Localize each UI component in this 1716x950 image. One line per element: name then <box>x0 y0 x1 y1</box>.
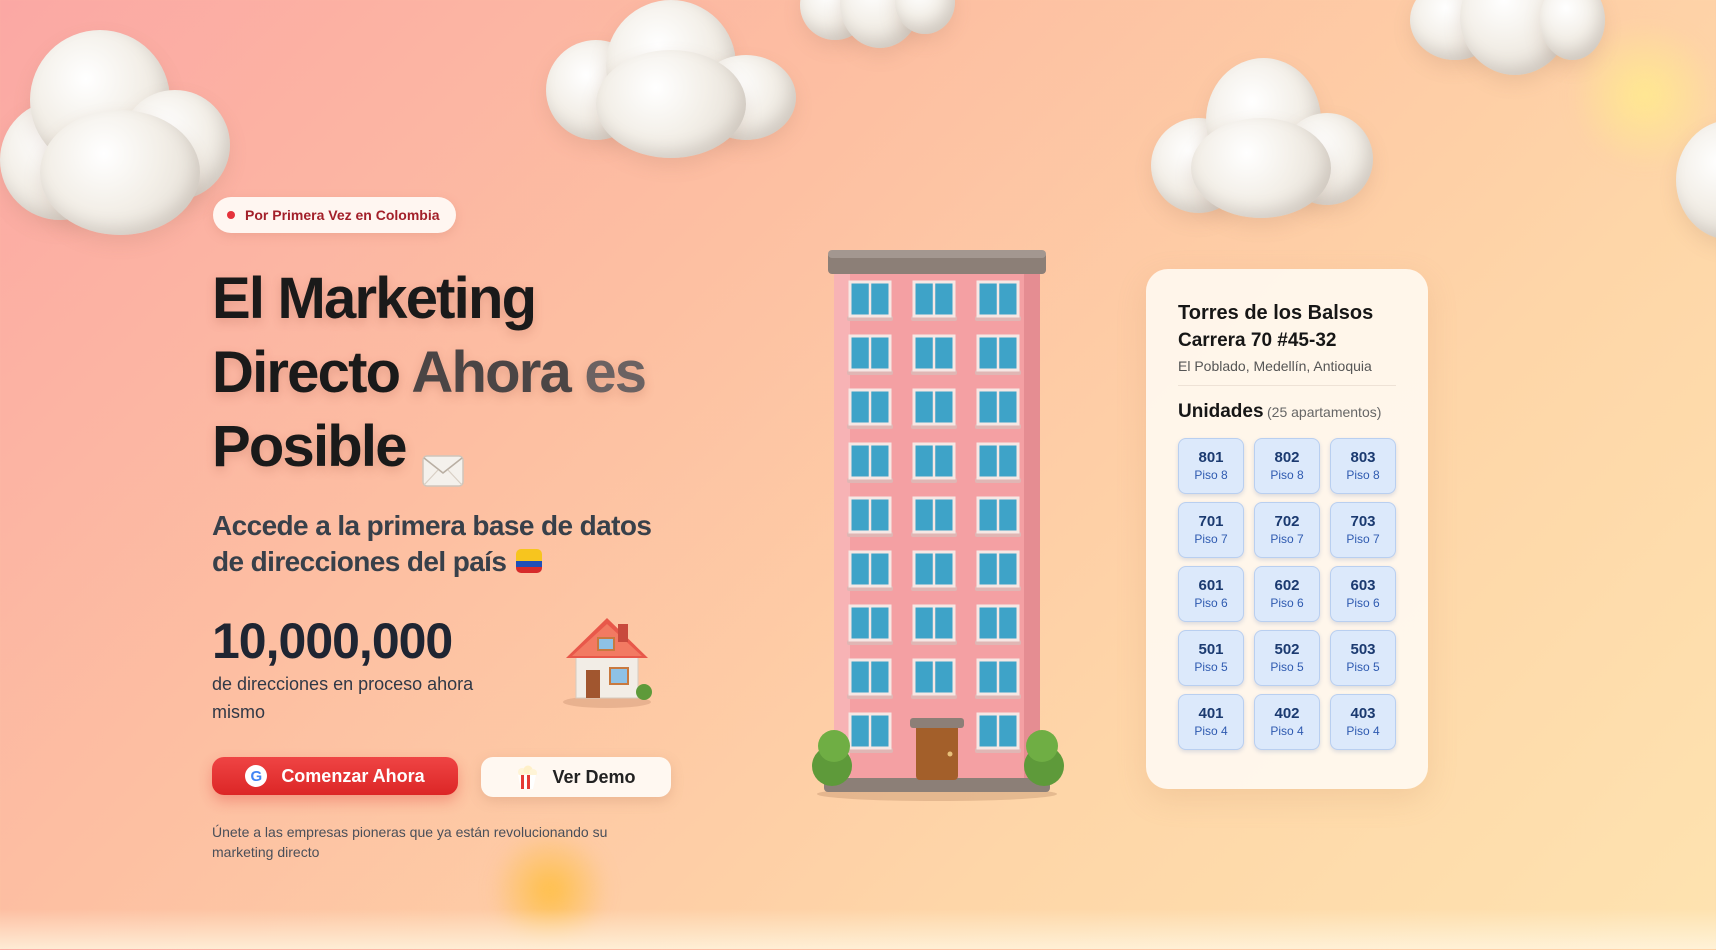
envelope-icon <box>421 431 464 487</box>
cloud-icon <box>1151 58 1373 218</box>
building-name: Torres de los Balsos <box>1178 302 1374 324</box>
popcorn-icon <box>516 765 538 789</box>
unit-tile[interactable]: 502 Piso 5 <box>1254 630 1320 686</box>
page-title: El Marketing Directo Ahora es Posible <box>212 262 647 487</box>
unit-tile[interactable]: 803 Piso 8 <box>1330 438 1396 494</box>
headline-line2-a: Directo <box>212 340 401 405</box>
unit-number: 802 <box>1274 449 1300 466</box>
unit-floor: Piso 6 <box>1346 596 1380 610</box>
start-now-button[interactable]: G Comenzar Ahora <box>212 757 458 795</box>
view-demo-button[interactable]: Ver Demo <box>481 757 671 797</box>
divider <box>1178 385 1396 386</box>
unit-floor: Piso 4 <box>1270 724 1304 738</box>
units-count: (25 apartamentos) <box>1267 404 1382 420</box>
unit-floor: Piso 7 <box>1346 532 1380 546</box>
unit-number: 603 <box>1350 577 1376 594</box>
building-location: El Poblado, Medellín, Antioquia <box>1178 358 1372 374</box>
cloud-icon <box>0 20 250 235</box>
unit-tile[interactable]: 403 Piso 4 <box>1330 694 1396 750</box>
units-grid: 801 Piso 8 802 Piso 8 803 Piso 8 701 Piso 7 702 P… <box>1178 438 1398 750</box>
cloud-icon <box>800 0 955 50</box>
unit-number: 801 <box>1198 449 1224 466</box>
building-card: Torres de los Balsos Carrera 70 #45-32 E… <box>1146 269 1428 789</box>
start-now-label: Comenzar Ahora <box>281 765 425 786</box>
headline-line2-c: es <box>584 340 647 405</box>
unit-tile[interactable]: 503 Piso 5 <box>1330 630 1396 686</box>
unit-floor: Piso 5 <box>1270 660 1304 674</box>
unit-floor: Piso 4 <box>1194 724 1228 738</box>
unit-number: 803 <box>1350 449 1376 466</box>
unit-floor: Piso 8 <box>1346 468 1380 482</box>
headline-line2-b: Ahora <box>411 340 571 405</box>
unit-tile[interactable]: 602 Piso 6 <box>1254 566 1320 622</box>
unit-floor: Piso 7 <box>1270 532 1304 546</box>
subheadline: Accede a la primera base de datos de dir… <box>212 508 692 580</box>
unit-tile[interactable]: 801 Piso 8 <box>1178 438 1244 494</box>
stat-label: de direcciones en proceso ahora mismo <box>212 674 474 722</box>
unit-floor: Piso 7 <box>1194 532 1228 546</box>
unit-tile[interactable]: 401 Piso 4 <box>1178 694 1244 750</box>
subheadline-line2: de direcciones del país <box>212 546 507 577</box>
unit-number: 601 <box>1198 577 1224 594</box>
unit-tile[interactable]: 601 Piso 6 <box>1178 566 1244 622</box>
cloud-icon <box>546 0 801 160</box>
unit-number: 401 <box>1198 705 1224 722</box>
unit-tile[interactable]: 603 Piso 6 <box>1330 566 1396 622</box>
unit-number: 602 <box>1274 577 1300 594</box>
unit-floor: Piso 8 <box>1270 468 1304 482</box>
subheadline-line1: Accede a la primera base de datos <box>212 510 652 541</box>
unit-number: 701 <box>1198 513 1224 530</box>
unit-floor: Piso 5 <box>1194 660 1228 674</box>
unit-number: 403 <box>1350 705 1376 722</box>
unit-tile[interactable]: 501 Piso 5 <box>1178 630 1244 686</box>
live-dot-icon <box>227 211 235 219</box>
google-icon: G <box>245 765 268 787</box>
stat-value: 10,000,000 <box>212 613 453 669</box>
unit-floor: Piso 5 <box>1346 660 1380 674</box>
unit-floor: Piso 4 <box>1346 724 1380 738</box>
unit-tile[interactable]: 703 Piso 7 <box>1330 502 1396 558</box>
badge-label: Por Primera Vez en Colombia <box>245 207 440 223</box>
unit-floor: Piso 6 <box>1270 596 1304 610</box>
unit-floor: Piso 6 <box>1194 596 1228 610</box>
unit-number: 703 <box>1350 513 1376 530</box>
cloud-icon <box>1410 0 1605 80</box>
unit-floor: Piso 8 <box>1194 468 1228 482</box>
view-demo-label: Ver Demo <box>552 766 636 787</box>
unit-number: 503 <box>1350 641 1376 658</box>
colombia-flag-icon <box>516 548 543 573</box>
announcement-badge: Por Primera Vez en Colombia <box>213 197 456 233</box>
building-illustration <box>804 246 1070 802</box>
unit-tile[interactable]: 702 Piso 7 <box>1254 502 1320 558</box>
building-address: Carrera 70 #45-32 <box>1178 330 1337 351</box>
cloud-icon <box>1676 120 1716 240</box>
unit-number: 402 <box>1274 705 1300 722</box>
headline-line1: El Marketing <box>212 266 537 331</box>
headline-line3: Posible <box>212 414 407 479</box>
house-icon <box>552 610 662 710</box>
units-title: Unidades <box>1178 401 1264 422</box>
footnote: Únete a las empresas pioneras que ya est… <box>212 824 608 860</box>
unit-tile[interactable]: 402 Piso 4 <box>1254 694 1320 750</box>
unit-number: 501 <box>1198 641 1224 658</box>
unit-tile[interactable]: 802 Piso 8 <box>1254 438 1320 494</box>
unit-number: 702 <box>1274 513 1300 530</box>
unit-tile[interactable]: 701 Piso 7 <box>1178 502 1244 558</box>
unit-number: 502 <box>1274 641 1300 658</box>
bottom-fade <box>0 909 1716 949</box>
